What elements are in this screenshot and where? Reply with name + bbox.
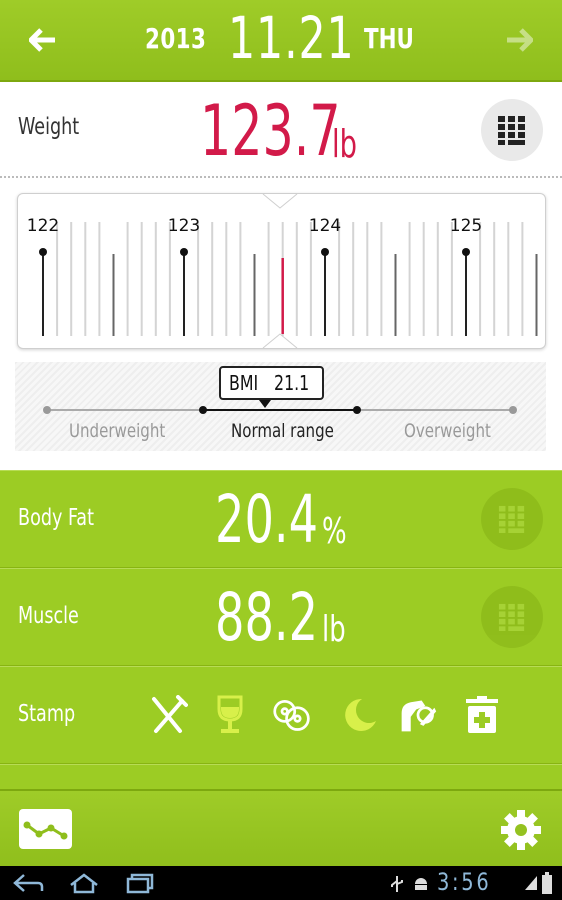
extra-row — [0, 764, 562, 789]
arrow-right-icon — [507, 28, 533, 52]
ruler-scale: 122 123 124 125 — [27, 194, 538, 348]
body-fat-keypad-button[interactable] — [481, 488, 543, 550]
ruler-major-label: 124 — [309, 216, 341, 236]
back-icon[interactable] — [12, 871, 44, 895]
header-weekday: THU — [364, 22, 414, 55]
arrow-left-icon — [29, 28, 55, 52]
date-header: 2013 11.21 THU — [0, 0, 562, 82]
muscle-keypad-button[interactable] — [481, 586, 543, 648]
header-year: 2013 — [145, 22, 207, 55]
stamp-label: Stamp — [18, 701, 76, 727]
system-clock: 3:56 — [437, 868, 492, 896]
muscle-unit: lb — [322, 609, 346, 650]
gear-icon — [501, 810, 541, 850]
muscle-value: 88.2 — [215, 579, 319, 656]
ruler-major-dot — [321, 248, 329, 256]
bmi-badge-value: 21.1 — [273, 371, 310, 395]
stamp-row: Stamp — [0, 666, 562, 764]
bmi-normal-label: Normal range — [231, 420, 334, 442]
keypad-icon — [498, 116, 525, 145]
body-fat-unit: % — [322, 511, 347, 552]
usb-icon — [391, 876, 403, 892]
weight-keypad-button[interactable] — [481, 99, 543, 161]
bmi-scale: BMI 21.1 Underweight Normal range Overwe… — [15, 362, 546, 451]
android-debug-icon — [415, 878, 427, 890]
ruler-major-label: 122 — [27, 216, 59, 236]
divider — [0, 176, 562, 178]
weight-plates-icon[interactable] — [272, 695, 312, 735]
home-icon[interactable] — [68, 871, 100, 895]
weight-unit: lb — [332, 122, 357, 166]
body-fat-label: Body Fat — [18, 505, 94, 531]
settings-button[interactable] — [500, 809, 542, 851]
body-fat-row: Body Fat 20.4 % — [0, 470, 562, 568]
previous-day-button[interactable] — [18, 18, 68, 62]
weight-ruler-slider[interactable]: 122 123 124 125 — [17, 193, 546, 349]
body-fat-value: 20.4 — [215, 481, 319, 558]
ruler-major-dot — [39, 248, 47, 256]
weight-label: Weight — [18, 114, 80, 140]
weight-row: Weight 123.7 lb — [0, 82, 562, 176]
muscle-row: Muscle 88.2 lb — [0, 568, 562, 666]
bottom-toolbar — [0, 789, 562, 868]
keypad-icon — [498, 603, 525, 631]
muscle-label: Muscle — [18, 603, 79, 629]
bmi-badge-label: BMI — [229, 371, 259, 395]
fork-knife-icon[interactable] — [148, 695, 188, 735]
first-aid-kit-icon[interactable] — [462, 695, 502, 735]
header-date: 11.21 — [228, 4, 355, 72]
ruler-major-label: 125 — [450, 216, 482, 236]
weight-value: 123.7 — [200, 90, 341, 172]
battery-icon — [542, 872, 552, 894]
wine-glass-icon[interactable] — [210, 695, 250, 735]
recent-apps-icon[interactable] — [124, 871, 156, 895]
ruler-major-label: 123 — [168, 216, 200, 236]
ruler-major-dot — [180, 248, 188, 256]
system-navigation-bar: 3:56 — [0, 866, 562, 900]
bmi-badge: BMI 21.1 — [219, 366, 324, 400]
bmi-underweight-label: Underweight — [69, 420, 166, 442]
graph-icon — [23, 821, 68, 840]
moon-icon[interactable] — [338, 695, 378, 735]
ruler-major-dot — [462, 248, 470, 256]
graph-button[interactable] — [19, 809, 72, 849]
next-day-button[interactable] — [494, 18, 544, 62]
exercise-icon[interactable] — [398, 695, 438, 735]
keypad-icon — [498, 505, 525, 533]
signal-icon — [525, 876, 537, 890]
bmi-overweight-label: Overweight — [404, 420, 491, 442]
